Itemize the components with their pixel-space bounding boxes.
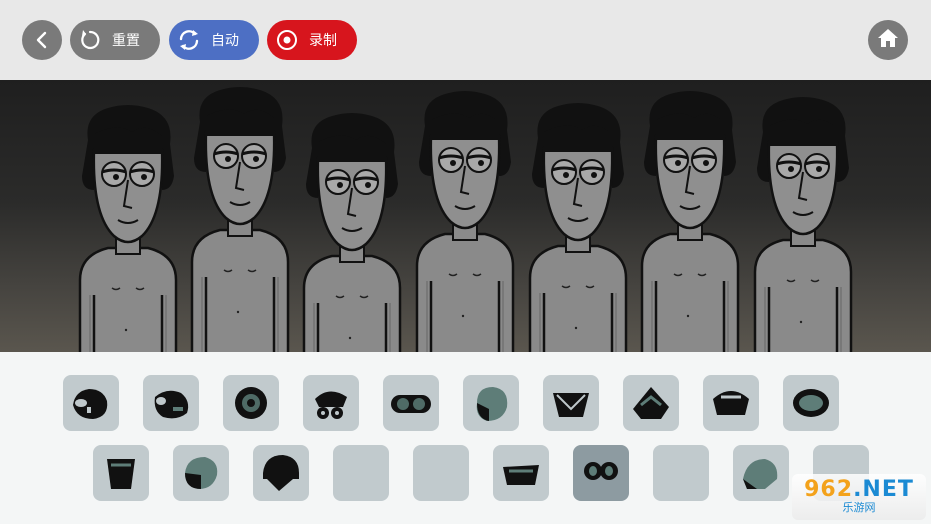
sync-icon [169, 20, 209, 60]
sound-slot[interactable] [383, 375, 439, 431]
sound-slot[interactable] [223, 375, 279, 431]
sound-slot[interactable] [253, 445, 309, 501]
sound-icon-10 [793, 389, 829, 417]
sound-icon-14 [503, 465, 539, 485]
character-5[interactable] [528, 103, 628, 352]
sound-icon-16 [743, 459, 778, 489]
sound-slot[interactable] [783, 375, 839, 431]
sound-slot[interactable] [303, 375, 359, 431]
watermark-prefix: 962 [804, 477, 854, 502]
sound-icon-2 [154, 390, 189, 419]
sound-icon-6 [476, 387, 508, 421]
sound-icon-15 [584, 462, 618, 480]
character-3[interactable] [302, 113, 402, 352]
sound-icon-9 [713, 391, 749, 415]
sound-icon-13 [263, 455, 299, 491]
sound-icon-4 [315, 391, 347, 419]
sound-slot[interactable] [463, 375, 519, 431]
watermark-suffix: .NET [853, 477, 914, 502]
empty-sound-slot[interactable] [413, 445, 469, 501]
empty-sound-slot[interactable] [653, 445, 709, 501]
auto-label: 自动 [211, 33, 239, 49]
sound-slot[interactable] [493, 445, 549, 501]
sound-icon-1 [73, 389, 108, 419]
refresh-icon [70, 20, 110, 60]
record-button[interactable]: 录制 [267, 20, 357, 60]
record-label: 录制 [309, 33, 337, 49]
characters-layer [78, 87, 853, 352]
character-7[interactable] [753, 97, 853, 352]
sound-icon-3 [235, 387, 267, 419]
auto-button[interactable]: 自动 [169, 20, 259, 60]
reset-button[interactable]: 重置 [70, 20, 160, 60]
sound-icon-5 [391, 395, 431, 413]
home-icon [877, 27, 899, 53]
sound-slot[interactable] [623, 375, 679, 431]
empty-sound-slot[interactable] [333, 445, 389, 501]
sound-slot[interactable] [173, 445, 229, 501]
sound-icon-12 [185, 457, 218, 489]
sound-slot[interactable] [733, 445, 789, 501]
sound-slot[interactable] [93, 445, 149, 501]
character-4[interactable] [415, 91, 515, 352]
sound-icon-8 [633, 387, 669, 419]
chevron-left-icon [22, 20, 62, 60]
record-icon [267, 20, 307, 60]
top-toolbar: 重置 自动 录制 [0, 0, 931, 80]
reset-label: 重置 [112, 33, 140, 49]
character-1[interactable] [78, 105, 178, 352]
sound-icon-7 [553, 393, 589, 417]
back-button[interactable] [22, 20, 62, 60]
character-stage [0, 80, 931, 352]
sound-slot[interactable] [543, 375, 599, 431]
sound-slot[interactable] [63, 375, 119, 431]
sound-slot[interactable] [143, 375, 199, 431]
character-2[interactable] [190, 87, 290, 352]
sound-slot[interactable] [703, 375, 759, 431]
sound-icon-11 [107, 459, 135, 489]
watermark-logo: 962.NET 乐游网 [792, 474, 926, 520]
watermark-sub: 乐游网 [842, 501, 876, 514]
sound-slot[interactable] [573, 445, 629, 501]
home-button[interactable] [868, 20, 908, 60]
character-6[interactable] [640, 91, 740, 352]
